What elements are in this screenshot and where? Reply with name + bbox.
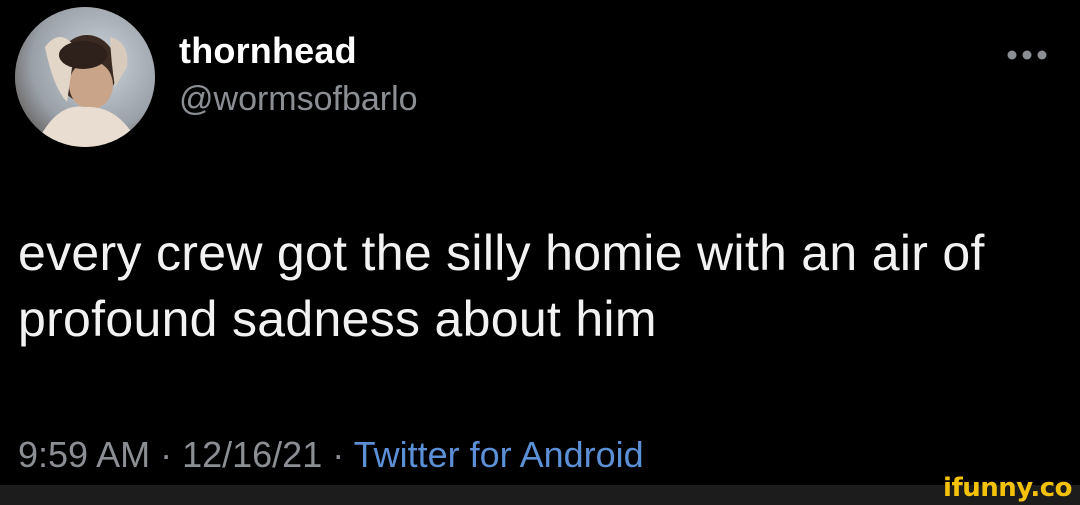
more-horizontal-icon[interactable]	[1006, 48, 1048, 60]
tweet-date[interactable]: 12/16/21	[182, 434, 322, 475]
tweet-meta: 9:59 AM · 12/16/21 · Twitter for Android	[18, 434, 644, 476]
avatar-photo	[15, 7, 155, 147]
display-name[interactable]: thornhead	[179, 30, 357, 72]
tweet-time[interactable]: 9:59 AM	[18, 434, 150, 475]
avatar[interactable]	[15, 7, 155, 147]
meta-separator: ·	[150, 434, 183, 475]
meta-separator: ·	[322, 434, 354, 475]
ifunny-watermark: ifunny.co	[943, 473, 1072, 503]
tweet-card: thornhead @wormsofbarlo every crew got t…	[0, 0, 1080, 485]
tweet-source[interactable]: Twitter for Android	[354, 434, 644, 475]
footer-bar	[0, 485, 1080, 505]
handle[interactable]: @wormsofbarlo	[179, 80, 418, 119]
tweet-text: every crew got the silly homie with an a…	[18, 225, 985, 347]
